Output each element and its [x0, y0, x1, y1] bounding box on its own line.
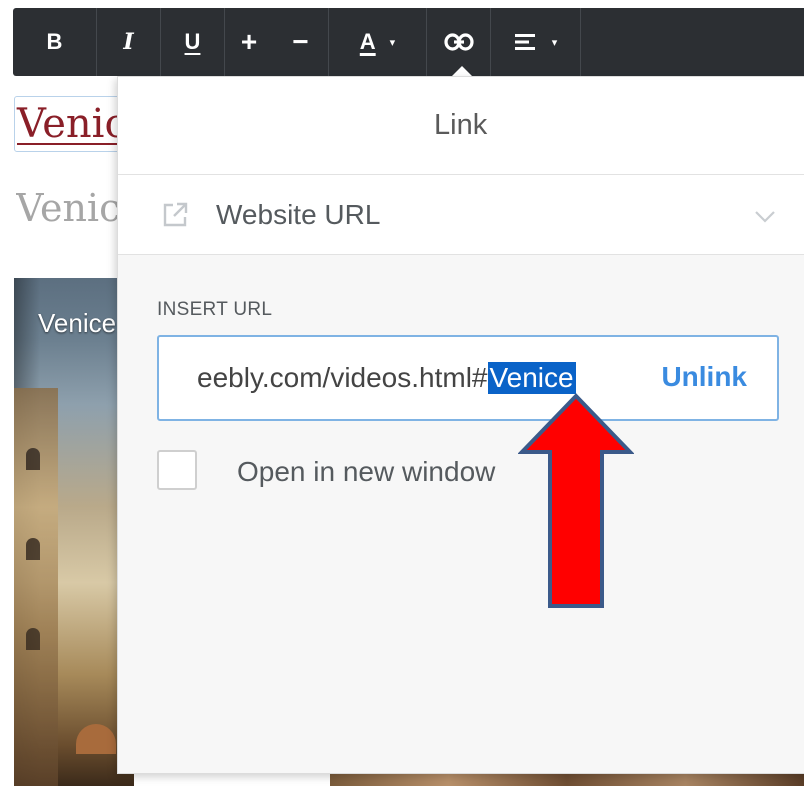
- red-arrow-annotation: [518, 393, 634, 608]
- decrease-font-size-button[interactable]: −: [273, 8, 329, 76]
- text-format-toolbar: B I U + − A ▾ ▾: [13, 8, 804, 76]
- italic-button[interactable]: I: [97, 8, 161, 76]
- external-link-icon: [163, 202, 188, 226]
- caret-down-icon: ▾: [389, 36, 396, 49]
- open-new-window-label: Open in new window: [237, 456, 496, 487]
- open-new-window-checkbox[interactable]: [157, 450, 197, 490]
- increase-font-size-button[interactable]: +: [225, 8, 273, 76]
- chevron-down-icon: [755, 211, 775, 223]
- unlink-button[interactable]: Unlink: [661, 361, 747, 393]
- bold-button[interactable]: B: [13, 8, 97, 76]
- screenshot-stage: Venice Venice Venice B I U + − A ▾: [0, 0, 804, 786]
- image-window: [26, 628, 40, 650]
- page-heading: Venice: [16, 186, 122, 230]
- plus-icon: +: [240, 26, 258, 57]
- minus-icon: −: [292, 26, 309, 57]
- image-window: [26, 538, 40, 560]
- link-icon: [443, 33, 474, 51]
- url-input-value[interactable]: eebly.com/videos.html# Venice: [197, 362, 627, 394]
- bold-icon: B: [46, 29, 63, 54]
- image-bottom-strip: [330, 772, 804, 786]
- align-left-icon: [514, 34, 535, 50]
- popover-pointer: [452, 66, 472, 76]
- venice-image[interactable]: Venice: [14, 278, 134, 786]
- caret-down-icon: ▾: [551, 36, 558, 49]
- text-color-button[interactable]: A ▾: [329, 8, 427, 76]
- link-popover: Link Website URL INSERT URL eebly.com/vi…: [117, 76, 804, 774]
- align-button[interactable]: ▾: [491, 8, 581, 76]
- image-caption: Venice: [38, 308, 117, 338]
- popover-header: Link: [118, 77, 804, 175]
- url-text-prefix: eebly.com/videos.html#: [197, 362, 488, 393]
- text-color-icon: A: [359, 29, 376, 54]
- link-type-dropdown[interactable]: Website URL: [118, 175, 804, 255]
- popover-title: Link: [434, 109, 488, 141]
- image-dome: [76, 724, 116, 754]
- url-input[interactable]: eebly.com/videos.html# Venice Unlink: [157, 335, 779, 421]
- image-tower: [14, 388, 58, 786]
- url-selected-anchor: Venice: [487, 362, 576, 394]
- insert-url-label: INSERT URL: [157, 299, 273, 320]
- image-window: [26, 448, 40, 470]
- underline-icon: U: [184, 29, 201, 54]
- italic-icon: I: [123, 29, 134, 55]
- selected-link-text[interactable]: Venice: [14, 96, 124, 152]
- underline-button[interactable]: U: [161, 8, 225, 76]
- link-type-label: Website URL: [216, 198, 381, 230]
- toolbar-overflow: [581, 8, 804, 76]
